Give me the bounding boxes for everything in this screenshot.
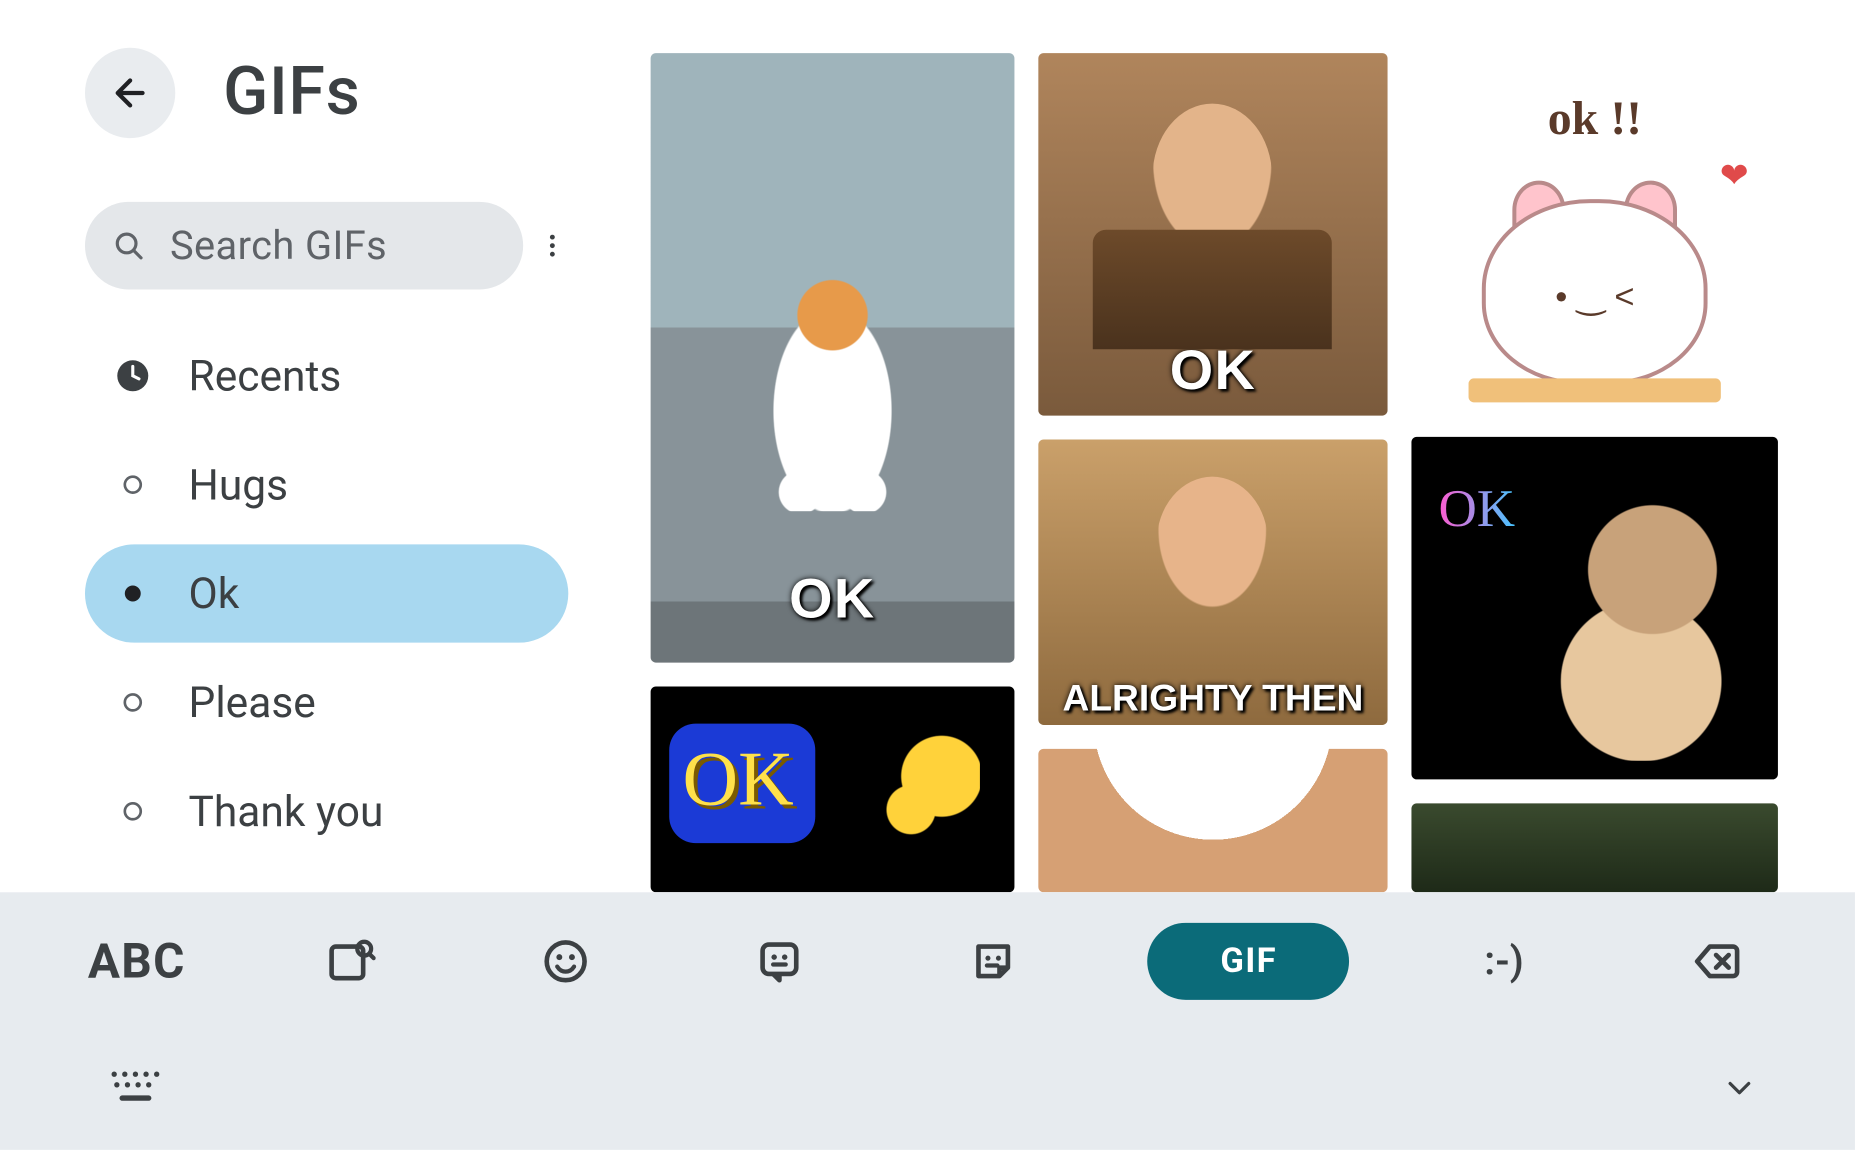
gif-pill: GIF [1148,923,1350,1000]
keyboard-mode-row: ABC GIF :-) [0,892,1855,1030]
gif-tile[interactable] [1412,803,1778,892]
gif-caption: OK [1438,477,1515,539]
image-search-icon [326,936,376,986]
keyboard-footer-row [0,1030,1855,1150]
abc-button[interactable]: ABC [77,933,197,989]
gif-sidebar: GIFs Search GIFs Recents Hugs [0,0,637,892]
chevron-down-icon [1717,1072,1762,1104]
heart-icon: ❤ [1720,157,1749,197]
gif-tile[interactable]: ok !! ❤ • ‿ < [1412,53,1778,413]
keyboard-dots-icon [109,1069,162,1106]
gif-tile[interactable]: OK [651,53,1014,662]
search-input[interactable]: Search GIFs [85,202,523,290]
gif-caption: ok !! [1548,90,1642,146]
bullet-icon [114,793,151,830]
gif-tile[interactable]: OK [1412,437,1778,779]
keyboard-bottom-bar: ABC GIF :-) [0,892,1855,1150]
gif-tile[interactable]: ALRIGHTY THEN [1038,440,1388,726]
category-please[interactable]: Please [85,653,568,751]
back-button[interactable] [85,48,175,138]
gif-tile[interactable]: OK [1038,53,1388,416]
emoji-icon [540,936,590,986]
sticker-square-icon [754,936,804,986]
gif-caption: ALRIGHTY THEN [1038,678,1388,720]
category-ok[interactable]: Ok [85,544,568,642]
more-vert-icon [538,231,567,260]
image-search-button[interactable] [291,936,411,986]
gif-caption: OK [1038,339,1388,403]
category-label: Hugs [189,459,289,509]
sticker-fold-button[interactable] [934,936,1054,986]
gif-results-grid: OK OK OK ALRIGHTY THEN ok !! ❤ [637,0,1855,892]
category-list: Recents Hugs Ok Please Thank you [85,327,568,861]
category-recents[interactable]: Recents [85,327,568,425]
sidebar-header: GIFs [85,48,568,138]
category-label: Ok [189,568,240,618]
search-row: Search GIFs [85,202,568,290]
bullet-icon [114,684,151,721]
category-label: Thank you [189,786,384,836]
more-button[interactable] [536,219,568,272]
clock-icon [114,356,151,396]
sticker-square-button[interactable] [719,936,839,986]
collapse-keyboard-button[interactable] [1717,1072,1762,1109]
gif-tile[interactable] [1038,749,1388,892]
gif-tile[interactable]: OK [651,686,1014,892]
gif-picker-main: GIFs Search GIFs Recents Hugs [0,0,1855,892]
backspace-icon [1693,936,1743,986]
category-thankyou[interactable]: Thank you [85,762,568,860]
bullet-icon [114,575,151,612]
page-title: GIFs [223,54,360,131]
emoji-button[interactable] [505,936,625,986]
text-emoticon-button[interactable]: :-) [1444,938,1564,984]
category-label: Please [189,677,316,727]
gif-caption: OK [682,734,793,823]
gif-caption: OK [651,566,1014,630]
backspace-button[interactable] [1658,936,1778,986]
bullet-icon [114,466,151,503]
category-hugs[interactable]: Hugs [85,436,568,534]
arrow-left-icon [109,72,151,114]
search-placeholder: Search GIFs [170,222,387,268]
search-icon [112,228,147,263]
sticker-fold-icon [968,936,1018,986]
keyboard-grid-button[interactable] [109,1069,162,1111]
category-label: Recents [189,351,342,401]
gif-mode-button[interactable]: GIF [1148,923,1350,1000]
